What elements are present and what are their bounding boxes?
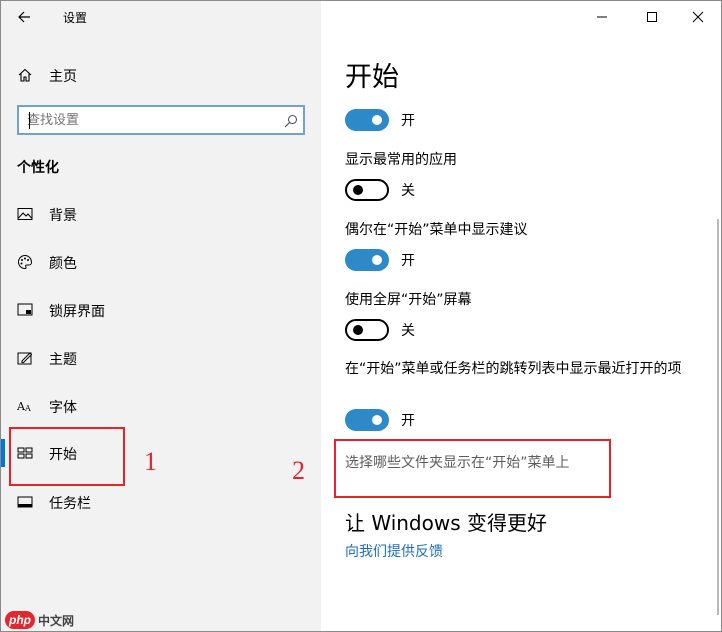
palette-icon xyxy=(18,254,33,270)
annotation-number-1: 1 xyxy=(144,447,157,476)
sidebar-item-label: 背景 xyxy=(49,208,77,224)
sidebar-item-themes[interactable]: 主题 xyxy=(1,338,321,378)
sidebar-item-label: 任务栏 xyxy=(49,496,91,512)
sidebar-item-label: 颜色 xyxy=(49,256,77,272)
picture-icon xyxy=(17,208,33,220)
text-caret xyxy=(29,112,30,129)
back-button[interactable] xyxy=(9,5,39,29)
toggle-knob xyxy=(372,255,382,265)
toggle-switch[interactable] xyxy=(345,179,389,201)
annotation-number-2: 2 xyxy=(292,456,305,485)
sidebar-item-label: 字体 xyxy=(49,400,77,416)
minimize-icon xyxy=(597,16,607,18)
search-input[interactable] xyxy=(27,110,275,130)
watermark-text: 中文网 xyxy=(38,613,75,628)
setting-label: 显示最常用的应用 xyxy=(345,152,457,168)
watermark-logo: php xyxy=(5,611,35,629)
sidebar-item-home[interactable]: 主页 xyxy=(1,61,321,89)
section-title: 个性化 xyxy=(17,160,59,176)
toggle-knob xyxy=(372,415,382,425)
search-icon[interactable] xyxy=(283,113,299,129)
toggle-knob xyxy=(353,325,363,335)
title-bar: 设置 xyxy=(1,1,321,33)
theme-icon xyxy=(17,352,33,365)
search-box[interactable] xyxy=(17,105,305,135)
scrollbar[interactable] xyxy=(717,219,719,615)
toggle-switch[interactable] xyxy=(345,249,389,271)
maximize-icon xyxy=(647,12,657,22)
toggle-state-label: 关 xyxy=(401,323,415,339)
setting-label: 偶尔在“开始”菜单中显示建议 xyxy=(345,222,528,238)
toggle-knob xyxy=(372,115,382,125)
toggle-switch[interactable] xyxy=(345,109,389,131)
sidebar-item-fonts[interactable]: AA 字体 xyxy=(1,386,321,426)
maximize-button[interactable] xyxy=(629,1,675,33)
page-title: 开始 xyxy=(345,62,399,93)
sidebar-item-label: 主页 xyxy=(49,69,77,85)
feedback-link[interactable]: 向我们提供反馈 xyxy=(345,541,443,561)
sidebar-item-label: 锁屏界面 xyxy=(49,304,105,320)
improve-windows-heading: 让 Windows 变得更好 xyxy=(345,511,547,535)
close-icon xyxy=(692,11,704,23)
font-icon: AA xyxy=(17,400,31,413)
close-button[interactable] xyxy=(675,1,721,33)
sidebar: 设置 主页 个性化 背景 颜色 锁屏界面 主题 AA xyxy=(1,1,321,631)
home-icon xyxy=(18,68,32,82)
back-arrow-icon xyxy=(18,11,30,23)
annotation-box-1 xyxy=(9,427,125,486)
app-title: 设置 xyxy=(63,11,88,25)
lock-screen-icon xyxy=(17,303,33,316)
sidebar-item-label: 主题 xyxy=(49,352,77,368)
toggle-knob xyxy=(353,185,363,195)
toggle-state-label: 开 xyxy=(401,113,415,129)
toggle-switch[interactable] xyxy=(345,409,389,431)
main-content: 开始 开 显示最常用的应用 关 偶尔在“开始”菜单中显示建议 开 使用全屏“开始… xyxy=(321,1,721,631)
sidebar-item-taskbar[interactable]: 任务栏 xyxy=(1,482,321,522)
taskbar-icon xyxy=(17,496,33,508)
toggle-switch[interactable] xyxy=(345,319,389,341)
sidebar-item-background[interactable]: 背景 xyxy=(1,194,321,234)
watermark: php 中文网 xyxy=(5,610,74,630)
svg-text:A: A xyxy=(24,404,31,413)
settings-window: 设置 主页 个性化 背景 颜色 锁屏界面 主题 AA xyxy=(0,0,722,632)
toggle-state-label: 开 xyxy=(401,413,415,429)
minimize-button[interactable] xyxy=(579,1,625,33)
toggle-state-label: 开 xyxy=(401,253,415,269)
sidebar-item-lock-screen[interactable]: 锁屏界面 xyxy=(1,290,321,330)
sidebar-item-colors[interactable]: 颜色 xyxy=(1,242,321,282)
setting-label: 在“开始”菜单或任务栏的跳转列表中显示最近打开的项 xyxy=(345,361,682,377)
toggle-state-label: 关 xyxy=(401,183,415,199)
annotation-box-2 xyxy=(334,439,611,498)
active-indicator xyxy=(1,439,5,467)
setting-label: 使用全屏“开始”屏幕 xyxy=(345,292,472,308)
